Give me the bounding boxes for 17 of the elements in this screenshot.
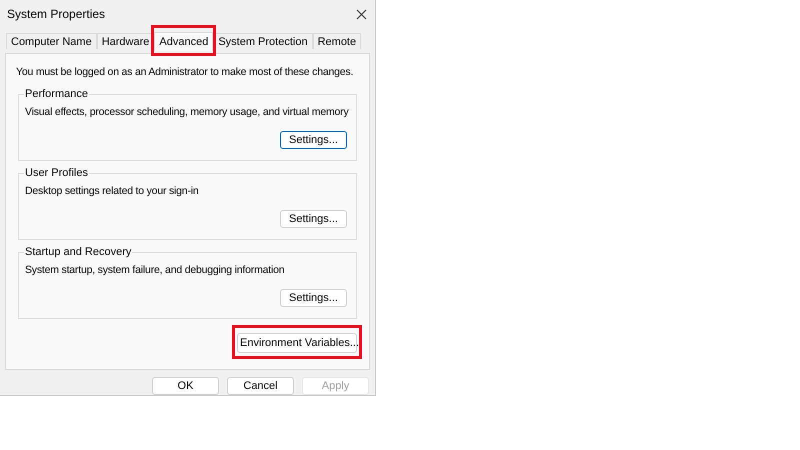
tab[interactable]: Remote bbox=[312, 33, 362, 49]
dialog-button[interactable]: Cancel bbox=[227, 377, 294, 395]
group-title: Startup and Recovery bbox=[24, 244, 132, 259]
environment-variables-button[interactable]: Environment Variables... bbox=[237, 333, 357, 354]
settings-button[interactable]: Settings... bbox=[280, 210, 347, 228]
notice-text: You must be logged on as an Administrator to make most of these changes. bbox=[16, 65, 354, 80]
tab[interactable]: Advanced bbox=[154, 32, 214, 52]
tab[interactable]: System Protection bbox=[213, 33, 313, 49]
settings-button[interactable]: Settings... bbox=[280, 289, 347, 308]
group-description: Visual effects, processor scheduling, memory usage, and virtual memory bbox=[25, 104, 350, 120]
group-description: Desktop settings related to your sign-in bbox=[25, 184, 200, 199]
group-description: System startup, system failure, and debugging information bbox=[25, 262, 286, 278]
window-title: System Properties bbox=[7, 6, 106, 23]
tab[interactable]: Computer Name bbox=[6, 33, 97, 49]
settings-button[interactable]: Settings... bbox=[280, 131, 347, 150]
dialog-button[interactable]: OK bbox=[152, 377, 219, 395]
close-icon[interactable] bbox=[356, 8, 367, 20]
